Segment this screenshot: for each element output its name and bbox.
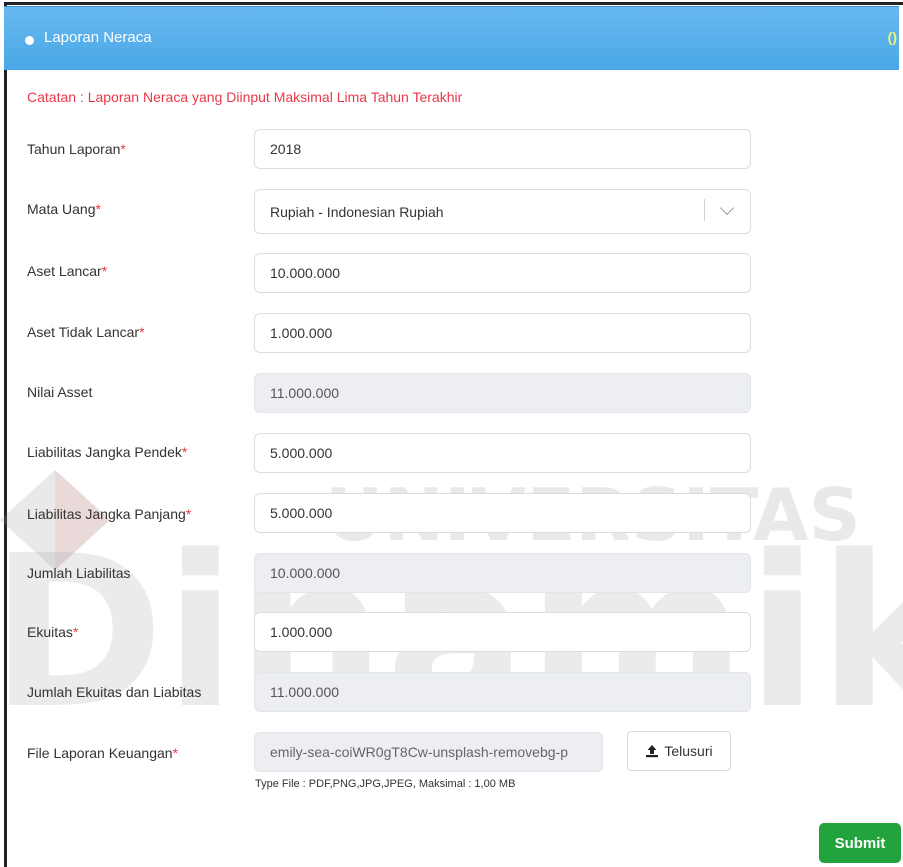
label-liabilitas-jangka-pendek: Liabilitas Jangka Pendek* [27,444,188,460]
label-aset-tidak-lancar: Aset Tidak Lancar* [27,324,145,340]
label-liabilitas-jangka-panjang: Liabilitas Jangka Panjang* [27,506,192,522]
mata-uang-select[interactable]: Rupiah - Indonesian Rupiah [254,189,751,234]
liabilitas-jangka-panjang-input[interactable]: 5.000.000 [254,493,751,533]
jumlah-ekuitas-liabitas-field: 11.000.000 [254,672,751,712]
telusuri-button[interactable]: Telusuri [627,731,731,771]
label-jumlah-ekuitas-liabitas: Jumlah Ekuitas dan Liabitas [27,684,202,700]
upload-icon [646,745,659,758]
form-note: Catatan : Laporan Neraca yang Diinput Ma… [27,89,463,105]
jumlah-liabilitas-field: 10.000.000 [254,553,751,593]
telusuri-label: Telusuri [664,743,713,759]
label-tahun-laporan: Tahun Laporan* [27,141,126,157]
nilai-asset-field: 11.000.000 [254,373,751,413]
label-aset-lancar: Aset Lancar* [27,263,108,279]
tahun-laporan-input[interactable]: 2018 [254,129,751,169]
label-mata-uang: Mata Uang* [27,201,101,217]
label-jumlah-liabilitas: Jumlah Liabilitas [27,565,131,581]
liabilitas-jangka-pendek-input[interactable]: 5.000.000 [254,433,751,473]
submit-button[interactable]: Submit [819,823,901,863]
label-ekuitas: Ekuitas* [27,624,79,640]
file-laporan-field[interactable]: emily-sea-coiWR0gT8Cw-unsplash-removebg-… [254,732,603,772]
label-nilai-asset: Nilai Asset [27,384,93,400]
file-type-hint: Type File : PDF,PNG,JPG,JPEG, Maksimal :… [255,778,516,790]
aset-lancar-input[interactable]: 10.000.000 [254,253,751,293]
ekuitas-input[interactable]: 1.000.000 [254,612,751,652]
chevron-down-icon[interactable] [719,200,735,216]
label-file-laporan: File Laporan Keuangan* [27,745,179,761]
header-badge: () [887,29,897,45]
circle-icon [25,36,34,45]
aset-tidak-lancar-input[interactable]: 1.000.000 [254,313,751,353]
panel-header: Laporan Neraca () [4,6,899,70]
select-divider [704,199,705,221]
panel-title: Laporan Neraca [44,29,152,46]
